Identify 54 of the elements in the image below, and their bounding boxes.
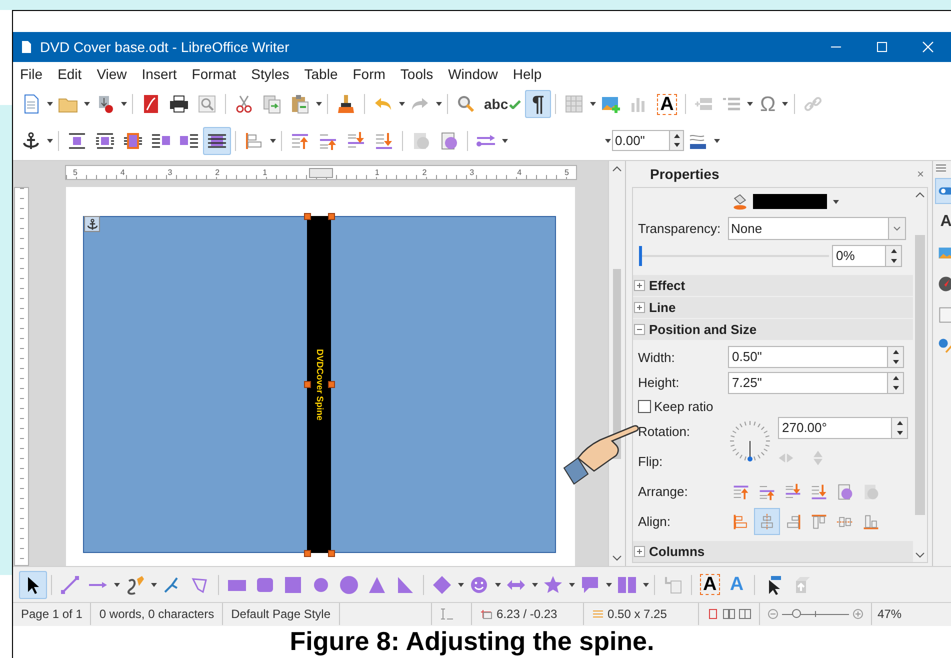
menu-item[interactable]: Window (447, 64, 499, 85)
menu-item[interactable]: Tools (399, 64, 434, 85)
width-field[interactable]: 0.50" (728, 346, 904, 368)
keep-ratio-checkbox[interactable]: Keep ratio (633, 396, 913, 418)
page-style[interactable]: Default Page Style (231, 605, 331, 623)
menu-item[interactable]: Styles (250, 64, 290, 85)
height-field[interactable]: 7.25" (728, 372, 904, 394)
section-header[interactable]: Line (633, 297, 913, 318)
transparency-dropdown[interactable]: None (728, 217, 906, 240)
spellcheck-button[interactable]: abc (480, 90, 526, 118)
page-count: Page 1 of 1 (21, 606, 82, 623)
zoom-level: 47% (878, 606, 902, 623)
cursor-position: 6.23 / -0.23 (496, 606, 558, 623)
field-label: Transparency: (638, 220, 722, 238)
menu-item[interactable]: Edit (56, 64, 83, 85)
ruler-number: 1 (374, 168, 380, 176)
field-label: Arrange: (638, 482, 689, 501)
styles-tab[interactable]: A (935, 209, 951, 235)
field-label: Rotation: (638, 423, 692, 442)
ruler-number: 4 (516, 168, 523, 176)
transparency-spin-field[interactable]: 0% (832, 245, 902, 268)
object-size: 0.50 x 7.25 (608, 606, 667, 623)
ruler-number: 2 (421, 168, 428, 176)
menu-item[interactable]: Format (190, 64, 238, 85)
menu-item[interactable]: Help (512, 64, 543, 85)
formatting-marks-button[interactable]: ¶ (525, 90, 552, 118)
word-count: 0 words, 0 characters (99, 606, 214, 623)
field-label: Align: (638, 512, 672, 531)
menu-item[interactable]: View (96, 64, 128, 85)
ruler-number: 1 (262, 168, 268, 176)
section-header[interactable]: Columns (633, 541, 913, 562)
menu-item[interactable]: Table (303, 64, 339, 85)
field-label: Height: (638, 374, 680, 392)
field-label: Flip: (638, 453, 664, 472)
ruler-number: 5 (563, 168, 570, 176)
rotation-field[interactable]: 270.00° (778, 417, 908, 440)
spine-text: DVDCover Spine (314, 348, 326, 420)
ruler-number: 3 (166, 168, 174, 176)
ruler-number: 4 (119, 168, 126, 176)
width-spin-field[interactable]: 0.00" (612, 130, 684, 151)
section-header[interactable]: Effect (633, 275, 913, 296)
ruler-number: 2 (214, 168, 221, 176)
window-title: DVD Cover base.odt - LibreOffice Writer (40, 38, 290, 56)
menu-item[interactable]: Insert (140, 64, 178, 85)
ruler-number: 5 (72, 168, 78, 176)
section-header[interactable]: Position and Size (633, 319, 913, 340)
sidebar-title: Properties (650, 164, 720, 184)
ruler-number: 3 (468, 168, 476, 176)
menu-item[interactable]: File (19, 64, 44, 85)
special-character-button[interactable]: Ω (754, 90, 781, 118)
figure-caption: Figure 8: Adjusting the spine. (288, 626, 656, 656)
close-button[interactable]: × (916, 165, 924, 183)
menu-item[interactable]: Form (352, 64, 386, 85)
field-label: Width: (638, 348, 676, 367)
